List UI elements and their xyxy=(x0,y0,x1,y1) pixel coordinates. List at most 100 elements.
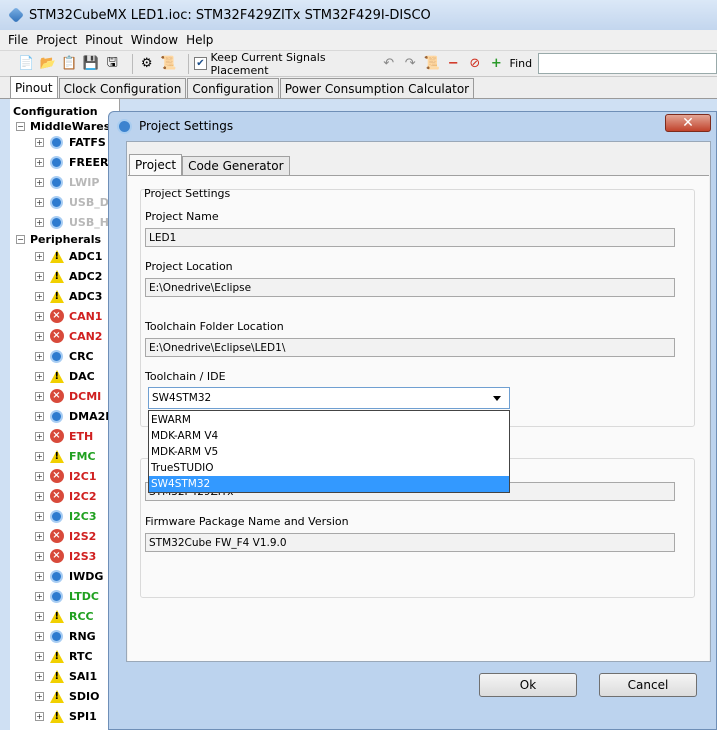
find-input[interactable] xyxy=(538,53,717,74)
tree-item-adc2[interactable]: + ADC2 xyxy=(35,266,102,286)
expand-icon[interactable]: + xyxy=(35,511,44,521)
tab-pinout[interactable]: Pinout xyxy=(10,76,58,98)
expand-icon[interactable]: + xyxy=(35,451,44,461)
scroll-icon[interactable]: 📜 xyxy=(423,55,440,73)
tree-item-label: I2C1 xyxy=(69,469,97,483)
expand-icon[interactable]: + xyxy=(35,691,44,701)
toolchain-option[interactable]: SW4STM32 xyxy=(149,476,509,492)
expand-icon[interactable]: + xyxy=(35,651,44,661)
ok-button[interactable]: Ok xyxy=(479,673,577,697)
redo-icon[interactable]: ↷ xyxy=(402,55,419,73)
expand-icon[interactable]: + xyxy=(35,251,44,261)
toolchain-option[interactable]: MDK-ARM V5 xyxy=(149,444,509,460)
tree-item-i2c3[interactable]: + I2C3 xyxy=(35,506,96,526)
expand-icon[interactable]: − xyxy=(16,121,25,131)
expand-icon[interactable]: + xyxy=(35,611,44,621)
expand-icon[interactable]: + xyxy=(35,217,44,227)
toolchain-option[interactable]: MDK-ARM V4 xyxy=(149,428,509,444)
tab-power-consumption-calculator[interactable]: Power Consumption Calculator xyxy=(279,78,475,98)
expand-icon[interactable]: + xyxy=(35,157,44,167)
menu-file[interactable]: File xyxy=(8,33,28,47)
expand-icon[interactable]: + xyxy=(35,137,44,147)
tree-item-adc1[interactable]: + ADC1 xyxy=(35,246,102,266)
tab-code-generator[interactable]: Code Generator xyxy=(182,156,290,175)
expand-icon[interactable]: + xyxy=(35,177,44,187)
tab-project[interactable]: Project xyxy=(129,154,183,175)
zoom-out-icon[interactable]: − xyxy=(445,55,462,73)
tree-item-i2s2[interactable]: + × I2S2 xyxy=(35,526,96,546)
tree-item-eth[interactable]: + × ETH xyxy=(35,426,93,446)
tree-item-lwip[interactable]: + LWIP xyxy=(35,172,99,192)
tree-item-i2s3[interactable]: + × I2S3 xyxy=(35,546,96,566)
expand-icon[interactable]: + xyxy=(35,711,44,721)
tree-item-can2[interactable]: + × CAN2 xyxy=(35,326,102,346)
expand-icon[interactable]: + xyxy=(35,351,44,361)
save-as-icon[interactable]: 🖫 xyxy=(104,55,121,73)
firmware-field[interactable]: STM32Cube FW_F4 V1.9.0 xyxy=(145,533,675,552)
tree-item-fatfs[interactable]: + FATFS xyxy=(35,132,106,152)
generate-code-icon[interactable]: ⚙ xyxy=(139,55,156,73)
cancel-button[interactable]: Cancel xyxy=(599,673,697,697)
toolchain-folder-field[interactable]: E:\Onedrive\Eclipse\LED1\ xyxy=(145,338,675,357)
clear-icon[interactable]: ⊘ xyxy=(467,55,484,73)
expand-icon[interactable]: + xyxy=(35,631,44,641)
undo-icon[interactable]: ↶ xyxy=(380,55,397,73)
expand-icon[interactable]: + xyxy=(35,531,44,541)
tree-item-adc3[interactable]: + ADC3 xyxy=(35,286,102,306)
tree-item-crc[interactable]: + CRC xyxy=(35,346,94,366)
save-icon[interactable]: 💾 xyxy=(83,55,100,73)
expand-icon[interactable]: + xyxy=(35,491,44,501)
tree-item-sdio[interactable]: + SDIO xyxy=(35,686,100,706)
tab-clock-configuration[interactable]: Clock Configuration xyxy=(58,78,187,98)
tree-item-rcc[interactable]: + RCC xyxy=(35,606,94,626)
toolchain-option[interactable]: EWARM xyxy=(149,412,509,428)
menu-help[interactable]: Help xyxy=(186,33,213,47)
expand-icon[interactable]: + xyxy=(35,197,44,207)
tree-item-dcmi[interactable]: + × DCMI xyxy=(35,386,101,406)
tab-configuration[interactable]: Configuration xyxy=(187,78,279,98)
zoom-in-icon[interactable]: + xyxy=(488,55,505,73)
toolchain-select[interactable]: SW4STM32 xyxy=(148,387,510,409)
project-location-field[interactable]: E:\Onedrive\Eclipse xyxy=(145,278,675,297)
expand-icon[interactable]: + xyxy=(35,471,44,481)
expand-icon[interactable]: + xyxy=(35,331,44,341)
new-project-icon[interactable]: 📄 xyxy=(18,55,35,73)
expand-icon[interactable]: + xyxy=(35,291,44,301)
menu-project[interactable]: Project xyxy=(36,33,77,47)
tree-item-label: LWIP xyxy=(69,175,100,189)
expand-icon[interactable]: + xyxy=(35,671,44,681)
tree-item-iwdg[interactable]: + IWDG xyxy=(35,566,103,586)
expand-icon[interactable]: + xyxy=(35,411,44,421)
load-icon[interactable]: 📋 xyxy=(61,55,78,73)
keep-signals-checkbox[interactable]: ✔ xyxy=(194,57,207,70)
expand-icon[interactable]: + xyxy=(35,591,44,601)
menu-pinout[interactable]: Pinout xyxy=(85,33,123,47)
tree-item-dac[interactable]: + DAC xyxy=(35,366,95,386)
tree-item-spi1[interactable]: + SPI1 xyxy=(35,706,97,726)
error-icon-glyph: × xyxy=(49,529,64,543)
expand-icon[interactable]: + xyxy=(35,551,44,561)
tree-item-fmc[interactable]: + FMC xyxy=(35,446,96,466)
menu-window[interactable]: Window xyxy=(131,33,178,47)
expand-icon[interactable]: + xyxy=(35,271,44,281)
expand-icon[interactable]: + xyxy=(35,311,44,321)
expand-icon[interactable]: + xyxy=(35,371,44,381)
tree-item-dma2d[interactable]: + DMA2D xyxy=(35,406,114,426)
expand-icon[interactable]: − xyxy=(16,234,25,244)
tree-item-ltdc[interactable]: + LTDC xyxy=(35,586,99,606)
toolchain-option[interactable]: TrueSTUDIO xyxy=(149,460,509,476)
expand-icon[interactable]: + xyxy=(35,431,44,441)
tree-item-sai1[interactable]: + SAI1 xyxy=(35,666,97,686)
dropdown-arrow-icon[interactable] xyxy=(493,396,501,401)
expand-icon[interactable]: + xyxy=(35,571,44,581)
report-icon[interactable]: 📜 xyxy=(160,55,177,73)
tree-item-rng[interactable]: + RNG xyxy=(35,626,96,646)
tree-item-i2c2[interactable]: + × I2C2 xyxy=(35,486,96,506)
tree-item-can1[interactable]: + × CAN1 xyxy=(35,306,102,326)
project-name-field[interactable]: LED1 xyxy=(145,228,675,247)
tree-item-i2c1[interactable]: + × I2C1 xyxy=(35,466,96,486)
open-folder-icon[interactable]: 📂 xyxy=(40,55,57,73)
expand-icon[interactable]: + xyxy=(35,391,44,401)
tree-item-rtc[interactable]: + RTC xyxy=(35,646,93,666)
close-button[interactable]: ✕ xyxy=(665,114,711,132)
